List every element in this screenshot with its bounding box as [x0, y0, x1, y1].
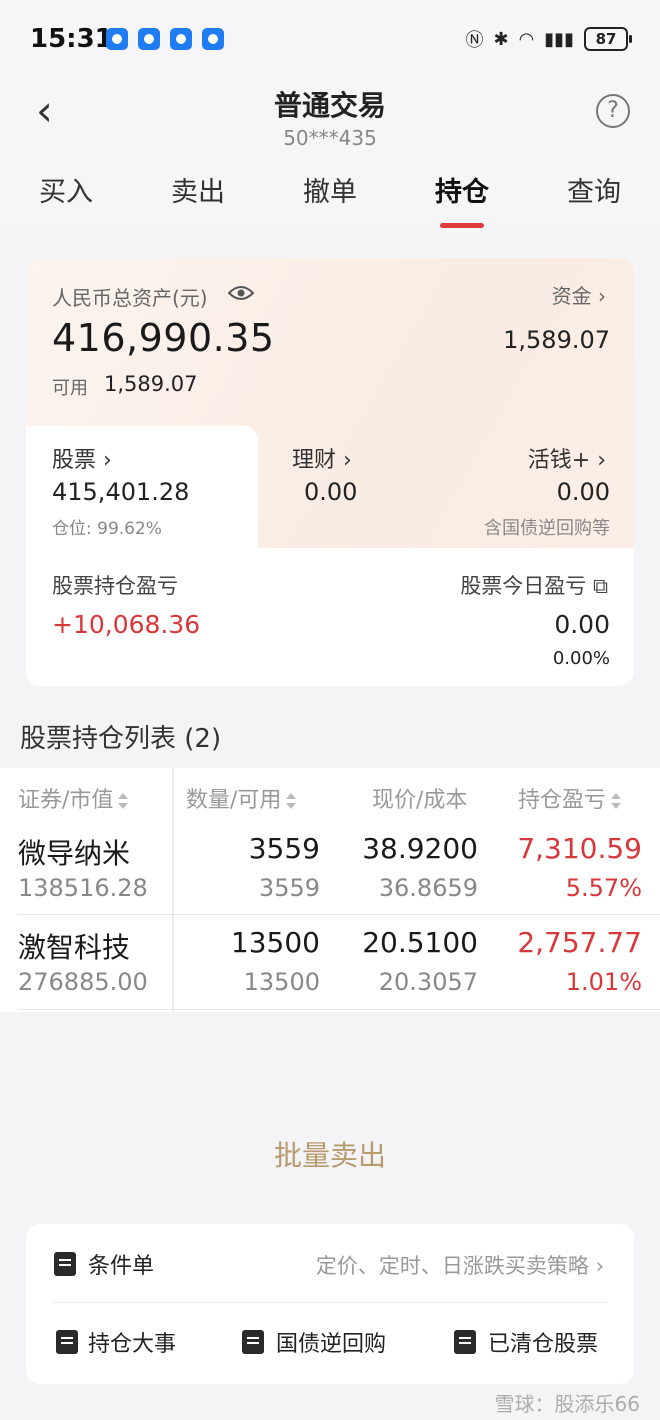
current-price: 20.5100 [362, 926, 478, 959]
available-quantity: 13500 [243, 968, 320, 996]
help-icon[interactable]: ? [596, 94, 630, 128]
bluetooth-icon: ✱ [493, 28, 509, 50]
nfc-icon: Ⓝ [465, 30, 484, 51]
sort-icon [118, 793, 129, 809]
available-quantity: 3559 [258, 874, 320, 902]
watermark: 雪球：股添乐66 [494, 1392, 640, 1416]
funds-value: 1,589.07 [503, 326, 610, 354]
tab-positions[interactable]: 持仓 [396, 170, 528, 228]
browser-notification-icon [170, 28, 192, 50]
holding-pl-label: 股票持仓盈亏 [52, 574, 178, 598]
calendar-icon [56, 1330, 78, 1354]
holding-events-label: 持仓大事 [88, 1332, 177, 1357]
today-pl-value: 0.00 [554, 610, 610, 639]
finance-value: 0.00 [304, 478, 358, 506]
holding-pl-percent: 5.57% [565, 874, 642, 902]
status-time: 15:31 [30, 24, 113, 54]
total-assets-value: 416,990.35 [52, 316, 275, 360]
treasury-repo-label: 国债逆回购 [276, 1332, 387, 1357]
wifi-icon: ◠ [518, 28, 535, 50]
tab-cancel[interactable]: 撤单 [264, 170, 396, 220]
funds-link[interactable]: 资金 › [552, 280, 606, 309]
status-bar: 15:31 Ⓝ ✱ ◠ ▮▮▮ 87 [0, 0, 660, 78]
page-title: 普通交易 [273, 89, 386, 122]
external-link-icon: ⧉ [593, 574, 608, 598]
holdings-list-title: 股票持仓列表 (2) [20, 724, 222, 754]
available-value: 1,589.07 [104, 372, 198, 396]
page-header: ‹ 普通交易 50***435 ? 买入 卖出 撤单 持仓 查询 [0, 78, 660, 230]
message-notification-icon [138, 28, 160, 50]
current-price: 38.9200 [362, 832, 478, 865]
market-value: 276885.00 [18, 968, 148, 996]
column-header-quantity[interactable]: 数量/可用 [186, 782, 297, 814]
batch-sell-button[interactable]: 批量卖出 [0, 1134, 660, 1174]
cash-plus-value: 0.00 [556, 478, 610, 506]
quantity: 3559 [248, 832, 320, 865]
account-id: 50***435 [283, 126, 377, 150]
holding-pl-percent: 1.01% [565, 968, 642, 996]
available-label: 可用 [52, 378, 88, 399]
cost-price: 20.3057 [378, 968, 478, 996]
asset-summary-card: 人民币总资产(元) 416,990.35 可用 1,589.07 资金 › 1,… [26, 258, 634, 686]
column-header-pl[interactable]: 持仓盈亏 [518, 782, 622, 814]
document-icon [54, 1252, 76, 1276]
finance-link[interactable]: 理财 › [292, 442, 352, 474]
cleared-stocks-label: 已清仓股票 [488, 1332, 599, 1357]
sort-icon [286, 793, 297, 809]
security-name: 激智科技 [18, 931, 131, 964]
cash-plus-note: 含国债逆回购等 [484, 518, 610, 539]
total-assets-label: 人民币总资产(元) [52, 286, 208, 310]
security-name: 微导纳米 [18, 837, 131, 870]
tab-query[interactable]: 查询 [528, 170, 660, 220]
repo-icon [242, 1330, 264, 1354]
holding-pl: 2,757.77 [517, 926, 642, 959]
holding-pl-value: +10,068.36 [52, 610, 201, 639]
stock-value: 415,401.28 [52, 478, 190, 506]
tab-sell[interactable]: 卖出 [132, 170, 264, 220]
sort-icon [611, 793, 622, 809]
signal-icon: ▮▮▮ [544, 28, 574, 50]
trade-tabs: 买入 卖出 撤单 持仓 查询 [0, 170, 660, 228]
app-notification-icon [106, 28, 128, 50]
box-icon [454, 1330, 476, 1354]
market-value: 138516.28 [18, 874, 148, 902]
cash-plus-link[interactable]: 活钱+ › [528, 442, 606, 474]
holdings-table: 证券/市值 数量/可用 现价/成本 持仓盈亏 微导纳米 138516.28 35… [0, 768, 660, 1012]
holding-pl: 7,310.59 [517, 832, 642, 865]
cost-price: 36.8659 [378, 874, 478, 902]
tab-buy[interactable]: 买入 [0, 170, 132, 220]
position-ratio: 仓位: 99.62% [52, 519, 162, 539]
stock-link[interactable]: 股票 › [52, 442, 112, 474]
conditional-order-desc: 定价、定时、日涨跌买卖策略 › [315, 1254, 604, 1278]
column-header-price: 现价/成本 [372, 788, 468, 813]
column-header-security[interactable]: 证券/市值 [18, 782, 129, 814]
conditional-order-label: 条件单 [88, 1254, 155, 1279]
today-pl-label: 股票今日盈亏 [460, 574, 587, 598]
quantity: 13500 [230, 926, 320, 959]
today-pl-link[interactable]: 股票今日盈亏 ⧉ [460, 570, 608, 600]
audio-notification-icon [202, 28, 224, 50]
today-pl-percent: 0.00% [552, 648, 610, 669]
tools-card: 条件单 定价、定时、日涨跌买卖策略 › 持仓大事 国债逆回购 已清仓股票 [26, 1224, 634, 1384]
eye-icon[interactable] [228, 284, 254, 302]
battery-icon: 87 [584, 27, 632, 51]
system-icons: Ⓝ ✱ ◠ ▮▮▮ 87 [465, 26, 632, 52]
notification-icons [106, 28, 224, 50]
